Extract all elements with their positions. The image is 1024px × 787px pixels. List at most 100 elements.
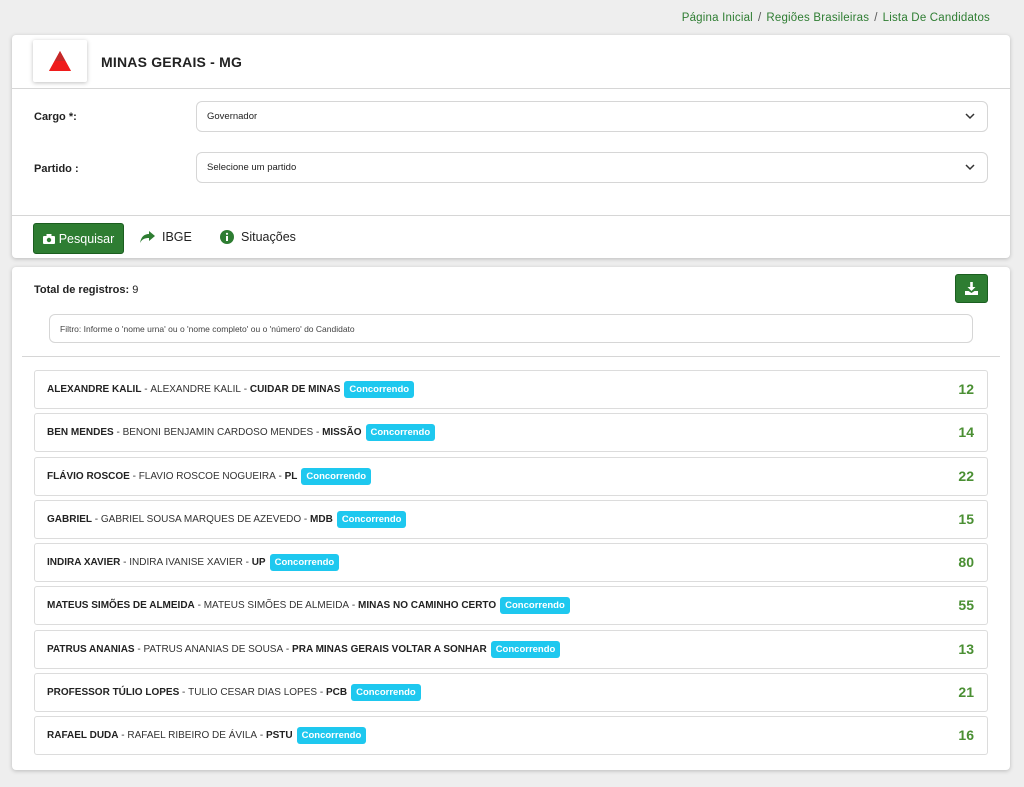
candidate-number: 15	[958, 510, 974, 527]
candidate-separator: -	[120, 557, 130, 569]
candidate-row[interactable]: INDIRA XAVIER - INDIRA IVANISE XAVIER - …	[34, 543, 988, 583]
candidate-separator: -	[317, 687, 326, 699]
candidate-number: 12	[958, 381, 974, 397]
status-badge: Concorrendo	[344, 381, 415, 398]
list-divider	[22, 356, 1000, 357]
cargo-select[interactable]: Governador	[196, 101, 988, 132]
candidate-number: 22	[958, 467, 974, 484]
candidate-list: ALEXANDRE KALIL - ALEXANDRE KALIL - CUID…	[34, 370, 988, 760]
candidate-separator: -	[240, 384, 250, 395]
chevron-down-icon	[965, 113, 975, 120]
candidate-row[interactable]: PATRUS ANANIAS - PATRUS ANANIAS DE SOUSA…	[34, 629, 988, 669]
ibge-link[interactable]: IBGE	[140, 230, 192, 244]
status-badge: Concorrendo	[296, 727, 367, 745]
candidate-full-name: ALEXANDRE KALIL	[150, 384, 241, 395]
status-badge: Concorrendo	[336, 510, 407, 528]
candidate-number: 21	[958, 684, 974, 701]
candidate-nickname: RAFAEL DUDA	[47, 730, 119, 742]
candidate-number: 16	[958, 727, 974, 744]
candidate-full-name: GABRIEL SOUSA MARQUES DE AZEVEDO	[100, 513, 302, 525]
search-button[interactable]: Pesquisar	[33, 223, 124, 254]
candidate-line: MATEUS SIMÕES DE ALMEIDA - MATEUS SIMÕES…	[47, 597, 570, 615]
candidate-row[interactable]: BEN MENDES - BENONI BENJAMIN CARDOSO MEN…	[34, 413, 988, 453]
search-button-label: Pesquisar	[58, 231, 115, 246]
partido-select-value: Selecione um partido	[207, 162, 297, 173]
breadcrumb-regions[interactable]: Regiões Brasileiras	[766, 12, 869, 24]
candidate-separator: -	[179, 687, 189, 699]
breadcrumb-home[interactable]: Página Inicial	[682, 12, 753, 24]
candidate-full-name: RAFAEL RIBEIRO DE ÁVILA	[127, 730, 258, 742]
status-badge: Concorrendo	[365, 424, 436, 442]
situacoes-link[interactable]: Situações	[220, 230, 296, 244]
candidate-row[interactable]: FLÁVIO ROSCOE - FLAVIO ROSCOE NOGUEIRA -…	[34, 456, 988, 496]
candidate-row[interactable]: RAFAEL DUDA - RAFAEL RIBEIRO DE ÁVILA - …	[34, 716, 988, 756]
candidate-separator: -	[141, 384, 151, 395]
candidate-separator: -	[134, 643, 144, 655]
candidate-line: FLÁVIO ROSCOE - FLAVIO ROSCOE NOGUEIRA -…	[47, 467, 372, 485]
status-badge: Concorrendo	[351, 684, 421, 702]
candidate-full-name: PATRUS ANANIAS DE SOUSA	[143, 643, 284, 655]
candidate-line: RAFAEL DUDA - RAFAEL RIBEIRO DE ÁVILA - …	[47, 727, 367, 745]
partido-label: Partido :	[34, 163, 79, 175]
candidate-nickname: BEN MENDES	[47, 427, 114, 439]
candidate-nickname: MATEUS SIMÕES DE ALMEIDA	[47, 600, 195, 612]
breadcrumb: Página Inicial / Regiões Brasileiras / Lista…	[682, 12, 990, 24]
candidate-row[interactable]: MATEUS SIMÕES DE ALMEIDA - MATEUS SIMÕES…	[34, 586, 988, 626]
cargo-label: Cargo *:	[34, 111, 77, 123]
status-badge: Concorrendo	[490, 640, 561, 658]
candidate-row[interactable]: ALEXANDRE KALIL - ALEXANDRE KALIL - CUID…	[34, 370, 988, 409]
candidate-nickname: PROFESSOR TÚLIO LOPES	[47, 687, 180, 699]
candidate-full-name: INDIRA IVANISE XAVIER	[129, 557, 243, 569]
partido-select[interactable]: Selecione um partido	[196, 152, 988, 183]
candidate-nickname: ALEXANDRE KALIL	[47, 384, 142, 395]
candidate-party: CUIDAR DE MINAS	[249, 384, 341, 395]
candidate-line: PROFESSOR TÚLIO LOPES - TULIO CESAR DIAS…	[47, 684, 421, 702]
candidate-nickname: PATRUS ANANIAS	[47, 643, 135, 655]
camera-icon	[42, 233, 55, 244]
candidate-full-name: BENONI BENJAMIN CARDOSO MENDES	[122, 427, 314, 439]
candidate-full-name: FLAVIO ROSCOE NOGUEIRA	[138, 470, 276, 482]
candidate-separator: -	[349, 600, 358, 612]
candidate-number: 55	[958, 597, 974, 614]
candidate-separator: -	[275, 470, 285, 482]
candidate-separator: -	[118, 730, 128, 742]
candidate-separator: -	[92, 513, 101, 525]
candidate-line: INDIRA XAVIER - INDIRA IVANISE XAVIER - …	[47, 554, 340, 572]
candidate-separator: -	[283, 643, 293, 655]
breadcrumb-separator: /	[874, 12, 878, 24]
results-card: Total de registros: 9 ALEXANDRE KALIL - …	[12, 267, 1010, 770]
cargo-select-value: Governador	[207, 111, 258, 122]
candidate-separator: -	[194, 600, 204, 612]
candidate-row[interactable]: PROFESSOR TÚLIO LOPES - TULIO CESAR DIAS…	[34, 673, 988, 713]
candidate-line: ALEXANDRE KALIL - ALEXANDRE KALIL - CUID…	[47, 381, 415, 398]
candidate-separator: -	[129, 470, 139, 482]
candidate-party: PRA MINAS GERAIS VOLTAR A SONHAR	[292, 643, 487, 655]
download-button[interactable]	[955, 274, 988, 303]
candidate-nickname: INDIRA XAVIER	[47, 557, 121, 569]
candidate-row[interactable]: GABRIEL - GABRIEL SOUSA MARQUES DE AZEVE…	[34, 499, 988, 539]
candidate-party: MISSÃO	[322, 427, 362, 439]
total-records-value: 9	[132, 284, 139, 296]
situacoes-label: Situações	[241, 230, 296, 244]
candidate-number: 14	[958, 424, 974, 441]
status-badge: Concorrendo	[500, 597, 570, 615]
candidate-party: MINAS NO CAMINHO CERTO	[357, 600, 497, 612]
candidate-full-name: MATEUS SIMÕES DE ALMEIDA	[203, 600, 350, 612]
share-arrow-icon	[140, 231, 155, 243]
breadcrumb-candidates[interactable]: Lista De Candidatos	[883, 12, 990, 24]
candidate-party: PL	[284, 470, 298, 482]
status-badge: Concorrendo	[301, 467, 372, 485]
actions-bar: Pesquisar IBGE Situações	[12, 215, 1010, 258]
total-records: Total de registros: 9	[34, 284, 138, 296]
chevron-down-icon	[965, 164, 975, 171]
candidate-party: MDB	[310, 513, 333, 525]
candidate-party: PSTU	[265, 730, 293, 742]
candidate-separator: -	[242, 557, 252, 569]
breadcrumb-separator: /	[757, 12, 762, 24]
search-card: MINAS GERAIS - MG Cargo *: Governador Pa…	[12, 35, 1010, 258]
candidate-number: 80	[958, 554, 974, 571]
candidate-nickname: FLÁVIO ROSCOE	[47, 470, 130, 482]
page-title: MINAS GERAIS - MG	[101, 54, 243, 70]
filter-input[interactable]	[49, 314, 973, 343]
status-badge: Concorrendo	[269, 554, 340, 572]
